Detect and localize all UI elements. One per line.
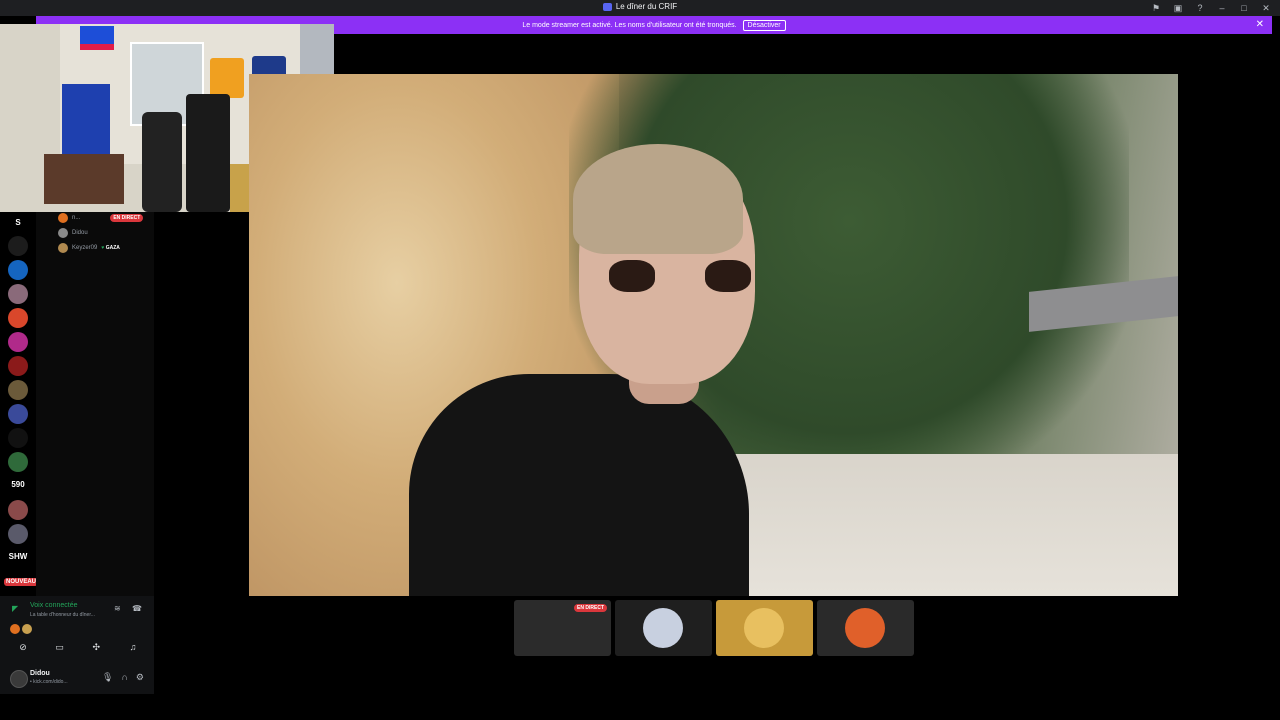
discord-icon (602, 2, 612, 11)
voice-user[interactable]: Didou (58, 227, 88, 239)
maximize-icon[interactable]: □ (1238, 2, 1250, 14)
avatar (22, 624, 32, 634)
camera-off-icon[interactable]: ⊘ (10, 642, 36, 656)
participant-tile[interactable] (615, 600, 712, 656)
server-list: S 590 SHW NOUVEAU (0, 212, 39, 596)
noise-suppression-icon[interactable]: ≋ (114, 604, 121, 613)
signal-icon: ◤ (12, 604, 19, 613)
server-icon[interactable] (8, 500, 28, 520)
username[interactable]: Didou (30, 670, 50, 677)
server-s[interactable]: S (0, 218, 36, 227)
headset-icon[interactable]: ∩ (121, 672, 127, 683)
banner-message: Le mode streamer est activé. Les noms d'… (522, 21, 737, 29)
live-badge: EN DIRECT (574, 604, 607, 612)
close-icon[interactable]: ✕ (1260, 2, 1272, 14)
server-icon[interactable] (8, 380, 28, 400)
activities-icon[interactable]: ✣ (83, 642, 109, 656)
inbox-icon[interactable]: ▣ (1172, 2, 1184, 14)
server-icon[interactable] (8, 356, 28, 376)
microphone-icon[interactable]: 🎙 (102, 672, 113, 683)
participant-tile[interactable] (817, 600, 914, 656)
avatar (845, 608, 885, 648)
server-icon[interactable] (8, 428, 28, 448)
window-title: Le dîner du CRIF (0, 2, 1280, 11)
settings-icon[interactable]: ⚙ (136, 672, 144, 683)
server-icon[interactable] (8, 260, 28, 280)
user-status: • kick.com/dido... (30, 679, 68, 685)
live-badge: EN DIRECT (110, 214, 144, 222)
voice-status[interactable]: Voix connectée (30, 602, 77, 609)
participant-tiles: EN DIRECT (514, 600, 914, 656)
title-bar: Le dîner du CRIF ⚑ ▣ ? – □ ✕ (0, 0, 1280, 16)
avatar (58, 243, 68, 253)
avatar[interactable] (10, 670, 28, 688)
server-icon[interactable] (8, 404, 28, 424)
help-icon[interactable]: ? (1194, 2, 1206, 14)
user-panel: ◤ Voix connectée La table d'honneur du d… (0, 596, 154, 694)
pin-icon[interactable]: ⚑ (1150, 2, 1162, 14)
server-icon[interactable] (8, 332, 28, 352)
banner-close-icon[interactable]: ✕ (1256, 19, 1264, 30)
disable-streamer-mode-button[interactable]: Désactiver (742, 19, 786, 31)
server-icon[interactable] (8, 308, 28, 328)
new-server-badge[interactable]: NOUVEAU (4, 578, 39, 586)
disconnect-icon[interactable]: ☎ (132, 604, 142, 613)
avatar (744, 608, 784, 648)
server-icon[interactable] (8, 524, 28, 544)
server-icon[interactable] (8, 236, 28, 256)
avatar (10, 624, 20, 634)
screen-share-icon[interactable]: ▭ (47, 642, 73, 656)
soundboard-icon[interactable]: ♫ (120, 642, 146, 656)
participant-tile[interactable]: EN DIRECT (514, 600, 611, 656)
voice-channel-name[interactable]: La table d'honneur du dîner... (30, 612, 95, 618)
voice-user[interactable]: Keyzer09 ♥ GAZA (58, 242, 120, 254)
server-shw[interactable]: SHW (0, 552, 36, 561)
avatar (643, 608, 683, 648)
server-icon[interactable] (8, 452, 28, 472)
avatar (58, 213, 68, 223)
minimize-icon[interactable]: – (1216, 2, 1228, 14)
stream-video[interactable] (249, 74, 1178, 596)
server-icon[interactable] (8, 284, 28, 304)
channel-list: n... EN DIRECT Didou Keyzer09 ♥ GAZA (36, 212, 154, 596)
voice-user[interactable]: n... EN DIRECT (58, 212, 144, 224)
custom-status: ♥ GAZA (101, 245, 120, 251)
avatar (58, 228, 68, 238)
server-590[interactable]: 590 (0, 480, 36, 489)
participant-tile[interactable] (716, 600, 813, 656)
